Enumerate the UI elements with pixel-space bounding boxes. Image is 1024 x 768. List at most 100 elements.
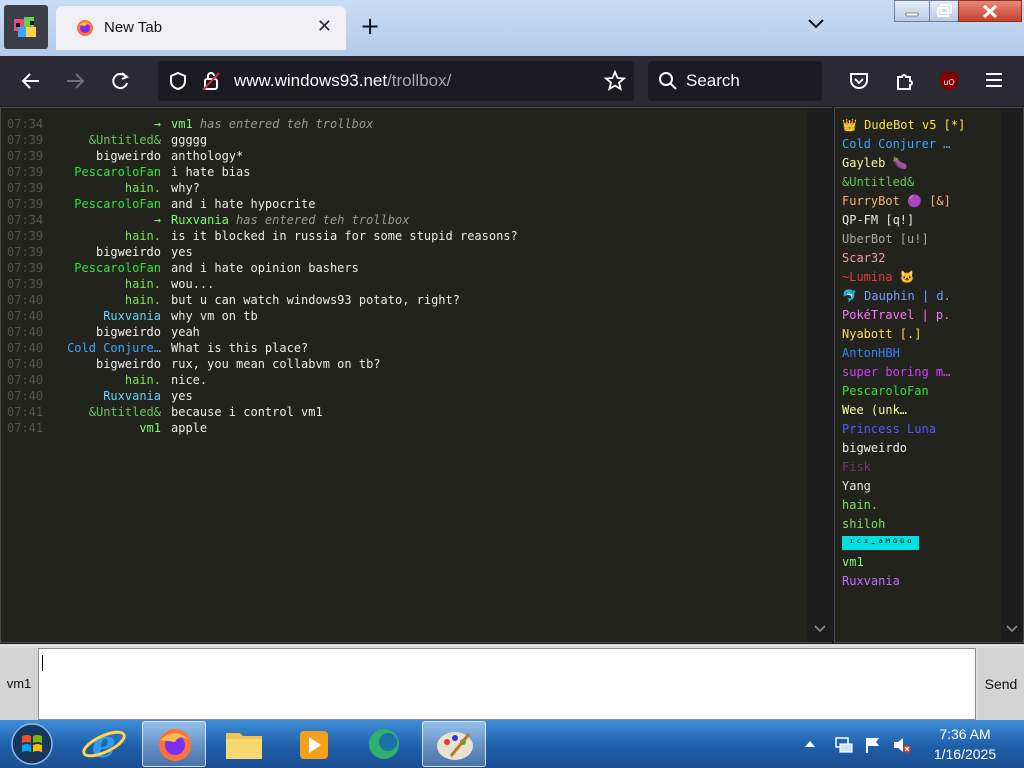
chat-message: 07:40 bigweirdo yeah xyxy=(5,324,805,340)
user-list-item[interactable]: shiloh xyxy=(842,515,1002,534)
message-nick[interactable]: bigweirdo xyxy=(51,324,161,340)
message-nick[interactable]: PescaroloFan xyxy=(51,196,161,212)
message-nick[interactable]: Cold Conjure… xyxy=(51,340,161,356)
user-name: PokéTravel | p. xyxy=(842,308,951,322)
user-name: &Untitled& xyxy=(842,175,915,189)
message-nick[interactable]: bigweirdo xyxy=(51,244,161,260)
user-list-item[interactable]: super boring m… xyxy=(842,363,1002,382)
message-nick[interactable]: hain. xyxy=(51,372,161,388)
user-list-item[interactable]: FurryBot 🟣 [&] xyxy=(842,192,1002,211)
user-list-item[interactable]: Scar32 xyxy=(842,249,1002,268)
message-input[interactable] xyxy=(38,648,976,720)
user-list-item[interactable]: Wee (unk… xyxy=(842,401,1002,420)
forward-arrow-icon[interactable] xyxy=(64,70,86,96)
start-button[interactable] xyxy=(8,722,56,766)
address-bar[interactable]: www.windows93.net/trollbox/ xyxy=(158,61,634,101)
user-list-item[interactable]: 🐬 Dauphin | d. xyxy=(842,287,1002,306)
extensions-puzzle-icon[interactable] xyxy=(894,70,916,96)
shield-icon[interactable] xyxy=(168,71,188,95)
message-nick[interactable]: hain. xyxy=(51,276,161,292)
message-nick[interactable]: &Untitled& xyxy=(51,404,161,420)
user-list-item[interactable]: PokéTravel | p. xyxy=(842,306,1002,325)
send-button[interactable]: Send xyxy=(978,648,1024,720)
online-users-panel[interactable]: 👑 DudeBot v5 [*] Cold Conjurer … Gayleb 🍆 &… xyxy=(834,107,1024,643)
message-nick[interactable]: bigweirdo xyxy=(51,148,161,164)
user-list-item[interactable]: Ruxvania xyxy=(842,572,1002,591)
minimize-window-button[interactable] xyxy=(894,0,930,22)
search-box[interactable]: Search xyxy=(648,61,822,101)
network-icon[interactable] xyxy=(834,736,854,758)
firefox-taskbar-button[interactable] xyxy=(142,721,206,767)
new-tab-plus-icon[interactable]: + xyxy=(360,14,380,38)
message-nick[interactable]: bigweirdo xyxy=(51,356,161,372)
file-explorer-taskbar-button[interactable] xyxy=(212,721,276,767)
volume-muted-icon[interactable] xyxy=(892,736,912,758)
nickname-button[interactable]: vm1 xyxy=(0,648,38,720)
chevron-down-icon[interactable] xyxy=(806,16,826,35)
back-arrow-icon[interactable] xyxy=(20,70,42,96)
user-list-item[interactable]: PescaroloFan xyxy=(842,382,1002,401)
paint-taskbar-button[interactable] xyxy=(422,721,486,767)
user-list-item[interactable]: Gayleb 🍆 xyxy=(842,154,1002,173)
message-nick[interactable]: hain. xyxy=(51,180,161,196)
user-list-item[interactable]: Cold Conjurer … xyxy=(842,135,1002,154)
message-text: yeah xyxy=(171,325,200,339)
tab-bar: New Tab ✕ + xyxy=(0,0,1024,56)
message-text: but u can watch windows93 potato, right? xyxy=(171,293,460,307)
message-nick[interactable]: hain. xyxy=(51,228,161,244)
user-list-item[interactable]: Yang xyxy=(842,477,1002,496)
media-player-taskbar-button[interactable] xyxy=(282,721,346,767)
bookmark-star-icon[interactable] xyxy=(603,69,627,96)
message-text: because i control vm1 xyxy=(171,405,323,419)
user-list-item[interactable]: AntonHBH xyxy=(842,344,1002,363)
user-list-item[interactable]: 👑 DudeBot v5 [*] xyxy=(842,116,1002,135)
internet-explorer-taskbar-button[interactable]: e xyxy=(72,721,136,767)
message-text: apple xyxy=(171,421,208,435)
scroll-down-icon[interactable] xyxy=(1005,624,1019,634)
insecure-lock-icon[interactable] xyxy=(202,70,220,96)
taskbar-clock[interactable]: 7:36 AM 1/16/2025 xyxy=(922,724,1008,764)
user-list-item[interactable]: UberBot [u!] xyxy=(842,230,1002,249)
chat-scrollbar[interactable] xyxy=(807,108,832,642)
windows93-app-icon[interactable] xyxy=(4,5,48,49)
url-text[interactable]: www.windows93.net/trollbox/ xyxy=(234,71,451,91)
ublock-origin-icon[interactable]: uO xyxy=(938,70,960,96)
user-list-item[interactable]: ~Lumina 🐱 xyxy=(842,268,1002,287)
user-list-item[interactable]: &Untitled& xyxy=(842,173,1002,192)
user-list-item[interactable]: QP-FM [q!] xyxy=(842,211,1002,230)
action-center-flag-icon[interactable] xyxy=(864,736,882,758)
chat-message: 07:40 Ruxvania yes xyxy=(5,388,805,404)
tab-new-tab[interactable]: New Tab ✕ xyxy=(56,6,346,50)
message-text: i hate bias xyxy=(171,165,251,179)
message-nick[interactable]: &Untitled& xyxy=(51,132,161,148)
message-nick[interactable]: Ruxvania xyxy=(51,388,161,404)
close-window-button[interactable] xyxy=(958,0,1022,22)
users-scrollbar[interactable] xyxy=(1001,108,1023,642)
system-message: Ruxvania has entered teh trollbox xyxy=(171,212,409,228)
message-nick[interactable]: hain. xyxy=(51,292,161,308)
user-list-item[interactable]: Fisk xyxy=(842,458,1002,477)
chat-messages-panel[interactable]: 07:34 → vm1 has entered teh trollbox 07:39 &… xyxy=(0,107,832,643)
restore-window-button[interactable] xyxy=(929,0,959,22)
messenger-taskbar-button[interactable] xyxy=(352,721,416,767)
message-nick[interactable]: PescaroloFan xyxy=(51,260,161,276)
message-nick[interactable]: Ruxvania xyxy=(51,308,161,324)
user-list-item[interactable]: ᶦᶜᶦ-ᵃᴹᴳᴳᵒ xyxy=(842,534,1002,553)
scroll-down-icon[interactable] xyxy=(813,624,827,634)
reload-icon[interactable] xyxy=(109,70,131,96)
joined-user-nick[interactable]: Ruxvania xyxy=(171,213,229,227)
user-list-item[interactable]: bigweirdo xyxy=(842,439,1002,458)
show-hidden-icons-icon[interactable] xyxy=(804,736,816,755)
menu-hamburger-icon[interactable] xyxy=(984,70,1004,94)
user-list-item[interactable]: Princess Luna xyxy=(842,420,1002,439)
user-list-item[interactable]: hain. xyxy=(842,496,1002,515)
user-list-item[interactable]: vm1 xyxy=(842,553,1002,572)
joined-user-nick[interactable]: vm1 xyxy=(171,117,193,131)
message-time: 07:34 xyxy=(7,117,44,131)
close-tab-icon[interactable]: ✕ xyxy=(317,16,332,37)
user-name: QP-FM [q!] xyxy=(842,213,915,227)
pocket-icon[interactable] xyxy=(848,70,870,96)
message-nick[interactable]: PescaroloFan xyxy=(51,164,161,180)
message-nick[interactable]: vm1 xyxy=(51,420,161,436)
user-list-item[interactable]: Nyabott [.] xyxy=(842,325,1002,344)
